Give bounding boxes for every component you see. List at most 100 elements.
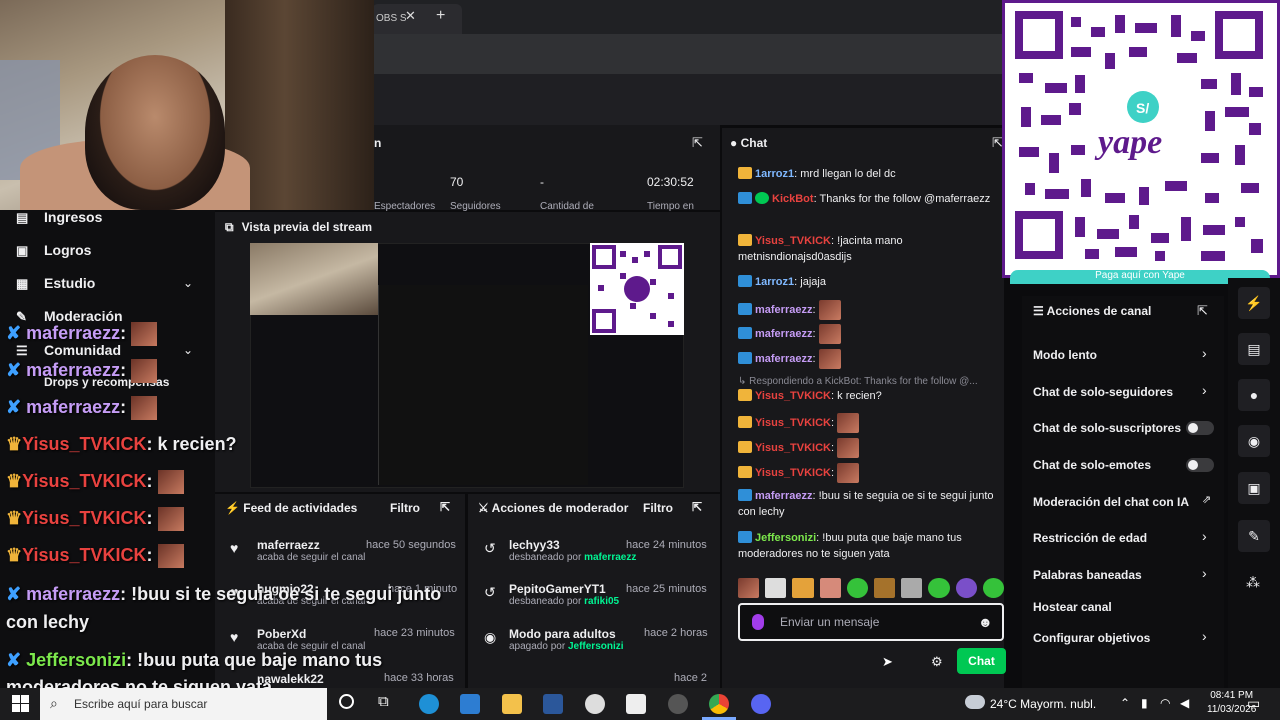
- chevron-up-icon[interactable]: ⌃: [1120, 696, 1130, 710]
- file-explorer-icon[interactable]: [502, 694, 522, 714]
- chevron-right-icon[interactable]: ›: [1202, 528, 1207, 544]
- stat-label-time: Tiempo en: [647, 201, 694, 212]
- broadcast-icon[interactable]: ◉: [1238, 425, 1270, 457]
- address-bar[interactable]: [372, 34, 1002, 74]
- expand-icon[interactable]: ⇱: [1197, 303, 1208, 319]
- tab-close-icon[interactable]: ✕: [405, 8, 416, 24]
- chat-username[interactable]: maferraezz: [755, 490, 812, 502]
- chat-username[interactable]: Yisus_TVKICK: [755, 235, 831, 247]
- action-palabras-baneadas[interactable]: Palabras baneadas: [1033, 568, 1142, 582]
- action-solo-seguidores[interactable]: Chat de solo-seguidores: [1033, 385, 1173, 399]
- chevron-right-icon[interactable]: ›: [1202, 565, 1207, 581]
- emote-icon[interactable]: [846, 578, 869, 598]
- chevron-down-icon[interactable]: ⌄: [183, 276, 193, 290]
- taskbar-search-input[interactable]: Escribe aquí para buscar: [40, 688, 327, 720]
- chat-username[interactable]: KickBot: [772, 193, 814, 205]
- bolt-icon[interactable]: ⚡: [1238, 287, 1270, 319]
- chat-send-button[interactable]: Chat: [957, 648, 1006, 674]
- mod-actions-title: Acciones de moderador: [491, 501, 629, 515]
- mod-filter-button[interactable]: Filtro: [643, 501, 673, 515]
- chat-bubble-icon[interactable]: ●: [1238, 379, 1270, 411]
- gear-icon[interactable]: ⚙: [931, 654, 943, 670]
- action-configurar-objetivos[interactable]: Configurar objetivos: [1033, 631, 1150, 645]
- mail-icon[interactable]: [626, 694, 646, 714]
- webcam-person-head: [85, 55, 225, 210]
- chat-username[interactable]: Jeffersonizi: [755, 532, 816, 544]
- windows-start-icon[interactable]: [12, 695, 29, 712]
- chat-username[interactable]: maferraezz: [755, 328, 812, 340]
- volume-icon[interactable]: ◀: [1180, 696, 1189, 710]
- nodes-icon[interactable]: ⁂: [1246, 574, 1260, 591]
- cortana-icon[interactable]: [339, 694, 354, 709]
- word-icon[interactable]: [543, 694, 563, 714]
- chat-username[interactable]: maferraezz: [755, 304, 812, 316]
- emote-icon[interactable]: [982, 578, 1005, 598]
- notification-icon[interactable]: ▭: [1247, 695, 1260, 712]
- layout-icon[interactable]: ▣: [1238, 472, 1270, 504]
- expand-icon[interactable]: ⇱: [692, 500, 702, 514]
- mod-item-by[interactable]: maferraezz: [584, 552, 636, 563]
- chevron-right-icon[interactable]: ›: [1202, 628, 1207, 644]
- action-restriccion-edad[interactable]: Restricción de edad: [1033, 531, 1147, 545]
- emote-icon[interactable]: [819, 578, 841, 598]
- chevron-right-icon[interactable]: ›: [1202, 382, 1207, 398]
- chat-message-input[interactable]: Enviar un mensaje: [738, 603, 1004, 641]
- mod-item-by[interactable]: rafiki05: [584, 596, 619, 607]
- emote-icon[interactable]: [792, 578, 814, 598]
- mod-actions-header: ⚔ Acciones de moderador: [478, 501, 628, 515]
- action-solo-emotes[interactable]: Chat de solo-emotes: [1033, 458, 1151, 472]
- chat-username[interactable]: Yisus_TVKICK: [755, 442, 831, 454]
- overlay-chat-line: ♛Yisus_TVKICK:: [6, 544, 184, 569]
- chat-username[interactable]: maferraezz: [755, 353, 812, 365]
- tab-label: OBS S: [376, 13, 407, 24]
- chat-username[interactable]: Yisus_TVKICK: [755, 417, 831, 429]
- emote-image: [837, 463, 860, 483]
- overlay-chat-line: ✘ maferraezz:: [6, 359, 158, 384]
- sidebar-item-logros[interactable]: ▣ Logros: [16, 242, 91, 258]
- chat-username[interactable]: Yisus_TVKICK: [755, 467, 831, 479]
- emote-icon[interactable]: [738, 578, 760, 598]
- chevron-down-icon[interactable]: ⌄: [183, 343, 193, 357]
- overlay-username: maferraezz: [26, 397, 121, 417]
- sidebar-item-estudio[interactable]: ▦ Estudio: [16, 275, 95, 291]
- feed-filter-button[interactable]: Filtro: [390, 501, 420, 515]
- emote-icon[interactable]: [765, 578, 787, 598]
- sidebar-item-ingresos[interactable]: ▤ Ingresos: [16, 209, 102, 225]
- chat-username[interactable]: 1arroz1: [755, 276, 794, 288]
- weather-text[interactable]: 24°C Mayorm. nubl.: [990, 697, 1096, 711]
- expand-icon[interactable]: ⇱: [692, 135, 703, 151]
- toggle-solo-emotes[interactable]: [1186, 458, 1214, 472]
- feed-item-sub: acaba de seguir el canal: [257, 552, 366, 563]
- emote-icon[interactable]: [955, 578, 977, 598]
- chat-username[interactable]: 1arroz1: [755, 168, 794, 180]
- network-icon[interactable]: ◠: [1160, 696, 1170, 710]
- action-modo-lento[interactable]: Modo lento: [1033, 348, 1097, 362]
- emote-icon[interactable]: [901, 578, 923, 598]
- obs-icon[interactable]: [668, 694, 688, 714]
- discord-icon[interactable]: [751, 694, 771, 714]
- document-icon[interactable]: ▤: [1238, 333, 1270, 365]
- action-moderacion-ia[interactable]: Moderación del chat con IA: [1033, 495, 1189, 509]
- chevron-right-icon[interactable]: ›: [1202, 345, 1207, 361]
- chat-username[interactable]: Yisus_TVKICK: [755, 390, 831, 402]
- expand-icon[interactable]: ⇱: [440, 500, 450, 514]
- external-link-icon[interactable]: ⇗: [1202, 493, 1211, 506]
- chrome-icon[interactable]: [709, 694, 729, 714]
- action-solo-suscriptores[interactable]: Chat de solo-suscriptores: [1033, 421, 1181, 435]
- stream-preview-title: Vista previa del stream: [241, 220, 373, 234]
- app-icon[interactable]: [585, 694, 605, 714]
- toggle-solo-suscriptores[interactable]: [1186, 421, 1214, 435]
- edge-icon[interactable]: [419, 694, 439, 714]
- emoji-icon[interactable]: ☻: [978, 614, 993, 630]
- store-icon[interactable]: [460, 694, 480, 714]
- emote-icon[interactable]: [874, 578, 896, 598]
- microphone-icon[interactable]: [752, 614, 764, 630]
- wrench-icon[interactable]: ✎: [1238, 520, 1270, 552]
- new-tab-icon[interactable]: +: [436, 7, 445, 25]
- task-view-icon[interactable]: ⧉: [378, 693, 389, 710]
- action-hostear-canal[interactable]: Hostear canal: [1033, 600, 1112, 614]
- overlay-username: Yisus_TVKICK: [22, 434, 147, 454]
- emote-icon[interactable]: [928, 578, 950, 598]
- mod-item-by[interactable]: Jeffersonizi: [568, 641, 624, 652]
- browser-tab[interactable]: OBS S: [372, 4, 462, 34]
